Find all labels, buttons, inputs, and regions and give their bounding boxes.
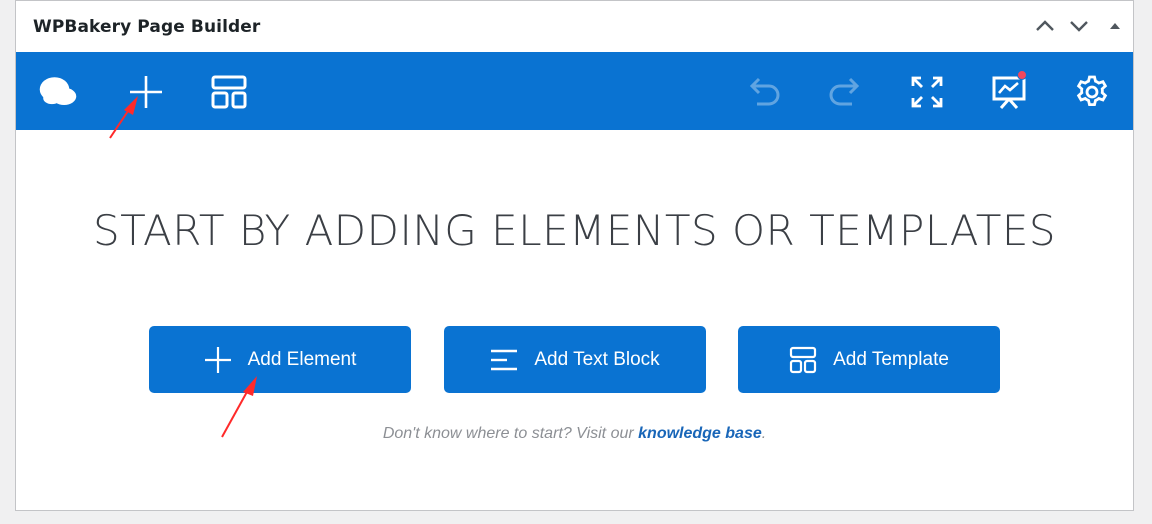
template-icon <box>789 346 817 374</box>
triangle-up-icon[interactable] <box>1104 15 1126 37</box>
undo-icon[interactable] <box>743 72 783 112</box>
add-text-block-button[interactable]: Add Text Block <box>444 326 706 393</box>
panel-header: WPBakery Page Builder <box>16 1 1133 52</box>
add-template-button[interactable]: Add Template <box>738 326 1000 393</box>
chevron-up-icon[interactable] <box>1034 15 1056 37</box>
page-builder-panel: WPBakery Page Builder START BY ADDING EL… <box>15 0 1134 511</box>
help-text: Don't know where to start? Visit our kno… <box>16 425 1133 443</box>
presentation-icon[interactable] <box>989 70 1029 112</box>
panel-title: WPBakery Page Builder <box>33 17 261 37</box>
plus-icon <box>204 346 232 374</box>
plus-icon[interactable] <box>126 72 166 112</box>
gear-icon[interactable] <box>1072 72 1112 112</box>
knowledge-base-link[interactable]: knowledge base <box>638 425 762 442</box>
fullscreen-icon[interactable] <box>907 72 947 112</box>
add-text-block-label: Add Text Block <box>534 348 660 370</box>
empty-state-headline: START BY ADDING ELEMENTS OR TEMPLATES <box>92 206 1057 255</box>
help-prefix: Don't know where to start? Visit our <box>382 425 639 442</box>
help-suffix: . <box>761 425 767 442</box>
notification-dot <box>1017 70 1027 80</box>
builder-toolbar <box>16 52 1133 130</box>
text-lines-icon <box>490 348 518 372</box>
add-template-label: Add Template <box>833 348 949 370</box>
chevron-down-icon[interactable] <box>1068 15 1090 37</box>
add-element-label: Add Element <box>247 348 357 370</box>
wpbakery-logo-icon[interactable] <box>38 72 78 112</box>
redo-icon[interactable] <box>826 72 866 112</box>
add-element-button[interactable]: Add Element <box>149 326 411 393</box>
template-icon[interactable] <box>209 72 249 112</box>
